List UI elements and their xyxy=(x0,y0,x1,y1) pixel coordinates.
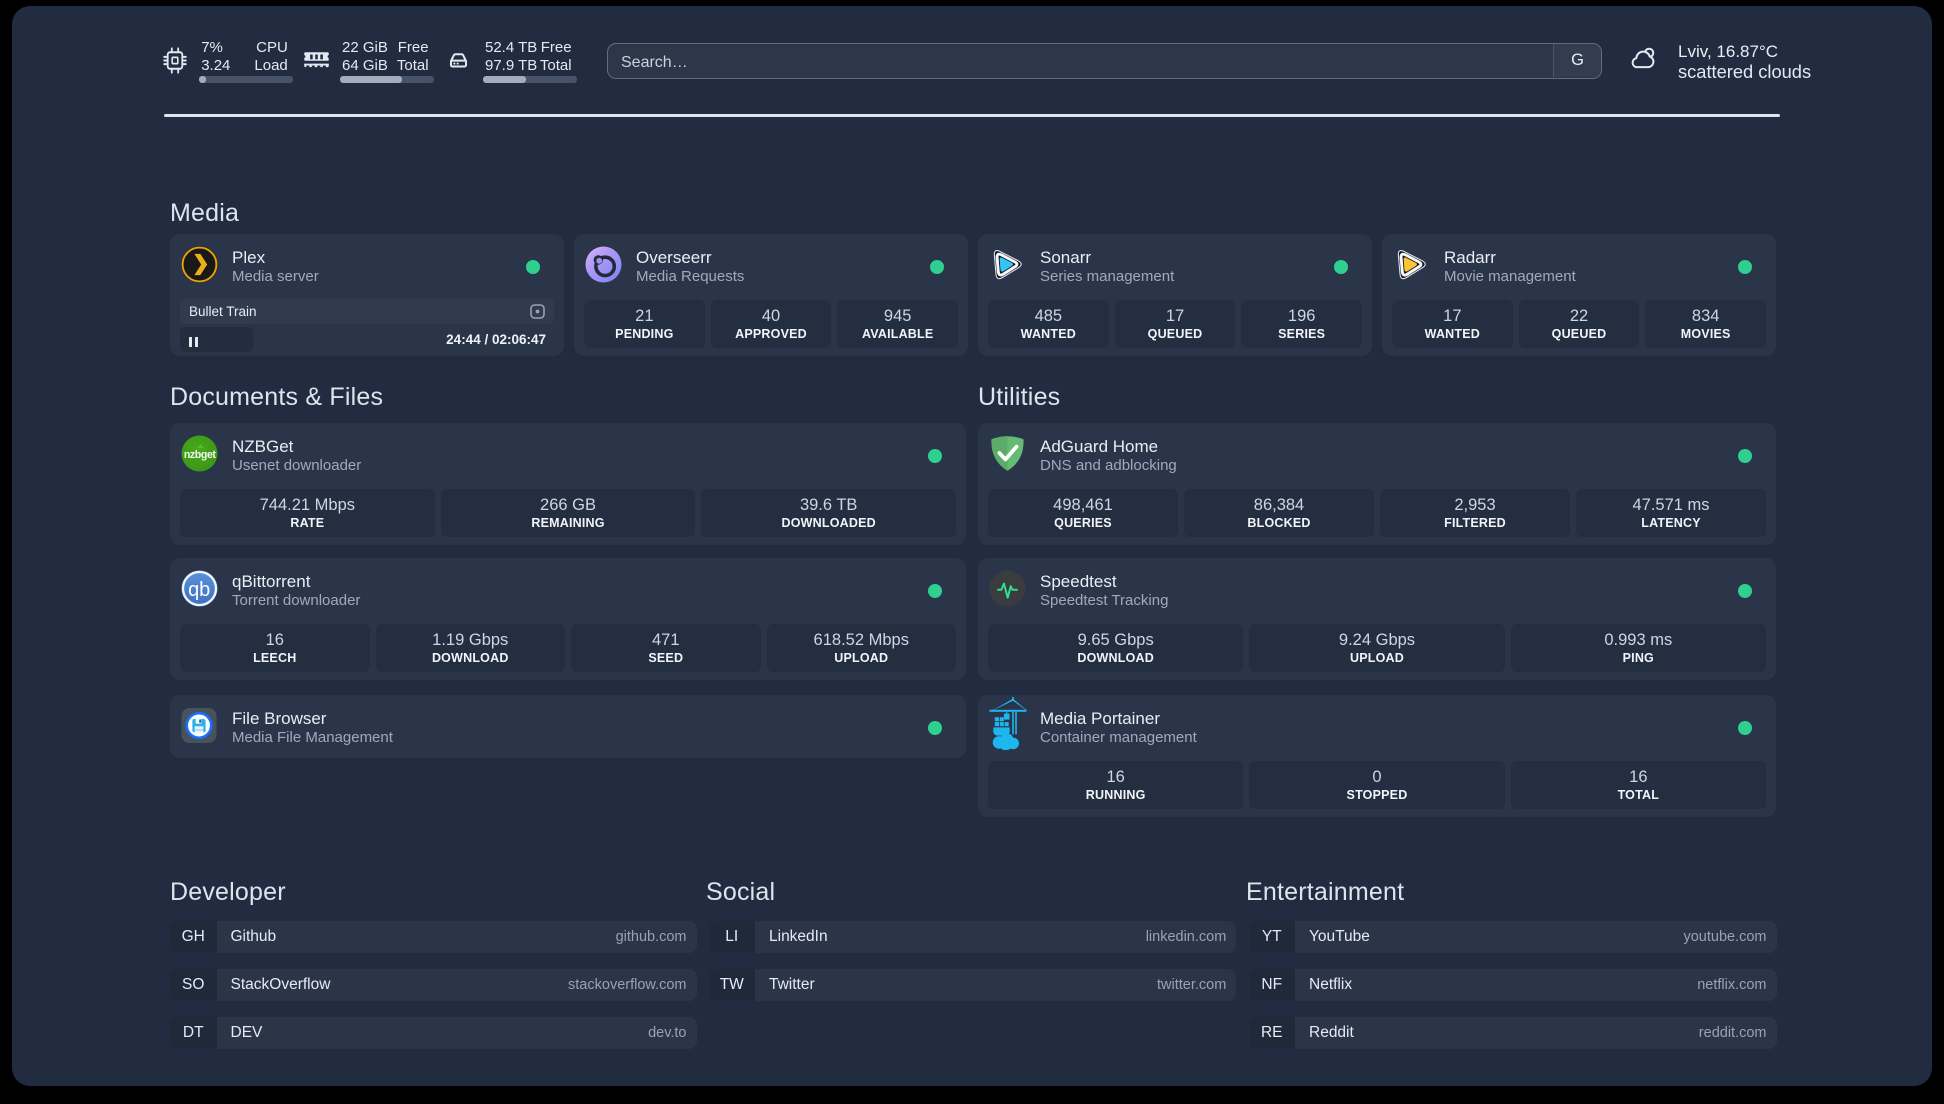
svg-text:qb: qb xyxy=(188,579,210,601)
svg-text:nzbget: nzbget xyxy=(184,449,217,461)
